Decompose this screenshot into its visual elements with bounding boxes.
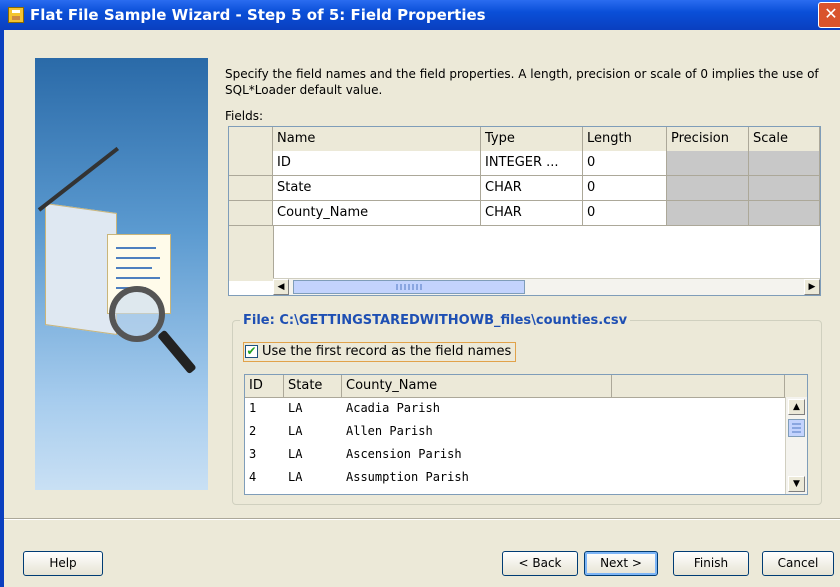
checkbox-label[interactable]: Use the first record as the field names: [262, 344, 511, 359]
help-button[interactable]: Help: [23, 551, 103, 576]
field-scale-cell: [749, 201, 820, 226]
field-length-cell[interactable]: 0: [583, 176, 667, 201]
vertical-scroll-thumb[interactable]: [788, 419, 805, 437]
preview-county-cell: Allen Parish: [346, 424, 433, 438]
table-row[interactable]: 2 LA Allen Parish: [245, 420, 785, 443]
table-row[interactable]: 4 LA Assumption Parish: [245, 466, 785, 489]
preview-id-cell: 1: [249, 401, 257, 415]
field-name-cell[interactable]: County_Name: [273, 201, 481, 226]
preview-state-cell: LA: [288, 401, 303, 415]
column-header-type[interactable]: Type: [481, 127, 583, 151]
field-scale-cell: [749, 176, 820, 201]
file-path-legend: File: C:\GETTINGSTAREDWITHOWB_files\coun…: [240, 313, 631, 328]
table-row[interactable]: County_Name CHAR 0: [229, 201, 820, 226]
preview-grid-header: ID State County_Name: [245, 375, 807, 398]
preview-county-cell: Acadia Parish: [346, 401, 440, 415]
preview-id-cell: 3: [249, 447, 257, 461]
instructions-text: Specify the field names and the field pr…: [225, 67, 819, 97]
row-header[interactable]: [229, 176, 273, 201]
wand-graphic: [37, 146, 120, 212]
next-button[interactable]: Next >: [584, 551, 658, 576]
checkbox-check-icon[interactable]: ✔: [245, 345, 258, 358]
column-header-length[interactable]: Length: [583, 127, 667, 151]
row-header-corner: [229, 127, 273, 151]
field-precision-cell: [667, 201, 749, 226]
table-row[interactable]: 1 LA Acadia Parish: [245, 397, 785, 420]
close-icon[interactable]: ✕: [818, 2, 840, 28]
field-length-cell[interactable]: 0: [583, 201, 667, 226]
magnifier-icon: [109, 286, 165, 342]
first-record-field-names-checkbox[interactable]: ✔ Use the first record as the field name…: [243, 342, 517, 362]
field-name-cell[interactable]: State: [273, 176, 481, 201]
column-header-name[interactable]: Name: [273, 127, 481, 151]
wizard-app-icon: [8, 7, 24, 23]
field-precision-cell: [667, 151, 749, 176]
row-header-blank: [229, 226, 274, 281]
column-header-county-name[interactable]: County_Name: [342, 375, 612, 397]
preview-county-cell: Assumption Parish: [346, 470, 469, 484]
fields-grid-header: Name Type Length Precision Scale: [229, 127, 820, 152]
file-preview-grid: ID State County_Name 1 LA Acadia Parish …: [244, 374, 808, 495]
preview-county-cell: Ascension Parish: [346, 447, 462, 461]
table-row[interactable]: State CHAR 0: [229, 176, 820, 201]
fields-label: Fields:: [225, 109, 263, 123]
field-scale-cell: [749, 151, 820, 176]
wizard-illustration: [35, 58, 208, 490]
magnifier-handle: [157, 329, 197, 375]
column-header-precision[interactable]: Precision: [667, 127, 749, 151]
footer-separator: [4, 518, 840, 520]
column-header-id[interactable]: ID: [245, 375, 284, 397]
table-row[interactable]: 3 LA Ascension Parish: [245, 443, 785, 466]
scroll-up-icon[interactable]: ▲: [788, 399, 805, 415]
window-frame: [0, 30, 4, 587]
cancel-button[interactable]: Cancel: [762, 551, 834, 576]
preview-id-cell: 4: [249, 470, 257, 484]
column-header-state[interactable]: State: [284, 375, 342, 397]
window-title: Flat File Sample Wizard - Step 5 of 5: F…: [30, 6, 486, 24]
title-bar: Flat File Sample Wizard - Step 5 of 5: F…: [0, 0, 840, 30]
back-button[interactable]: < Back: [502, 551, 578, 576]
horizontal-scrollbar[interactable]: ◀ ▶: [273, 278, 820, 295]
scroll-left-icon[interactable]: ◀: [273, 279, 289, 295]
scroll-down-icon[interactable]: ▼: [788, 476, 805, 492]
row-header[interactable]: [229, 201, 273, 226]
field-type-cell[interactable]: INTEGER ...: [481, 151, 583, 176]
scroll-right-icon[interactable]: ▶: [804, 279, 820, 295]
finish-button[interactable]: Finish: [673, 551, 749, 576]
field-precision-cell: [667, 176, 749, 201]
preview-state-cell: LA: [288, 447, 303, 461]
preview-state-cell: LA: [288, 424, 303, 438]
field-type-cell[interactable]: CHAR: [481, 201, 583, 226]
wizard-window: Flat File Sample Wizard - Step 5 of 5: F…: [0, 0, 840, 587]
row-header[interactable]: [229, 151, 273, 176]
field-length-cell[interactable]: 0: [583, 151, 667, 176]
table-row[interactable]: ID INTEGER ... 0: [229, 151, 820, 176]
field-name-cell[interactable]: ID: [273, 151, 481, 176]
vertical-scrollbar[interactable]: ▲ ▼: [785, 397, 807, 494]
preview-state-cell: LA: [288, 470, 303, 484]
column-header-scale[interactable]: Scale: [749, 127, 820, 151]
preview-id-cell: 2: [249, 424, 257, 438]
field-type-cell[interactable]: CHAR: [481, 176, 583, 201]
column-header-extra: [612, 375, 785, 397]
horizontal-scroll-thumb[interactable]: [293, 280, 525, 294]
fields-grid: Name Type Length Precision Scale ID INTE…: [228, 126, 821, 296]
